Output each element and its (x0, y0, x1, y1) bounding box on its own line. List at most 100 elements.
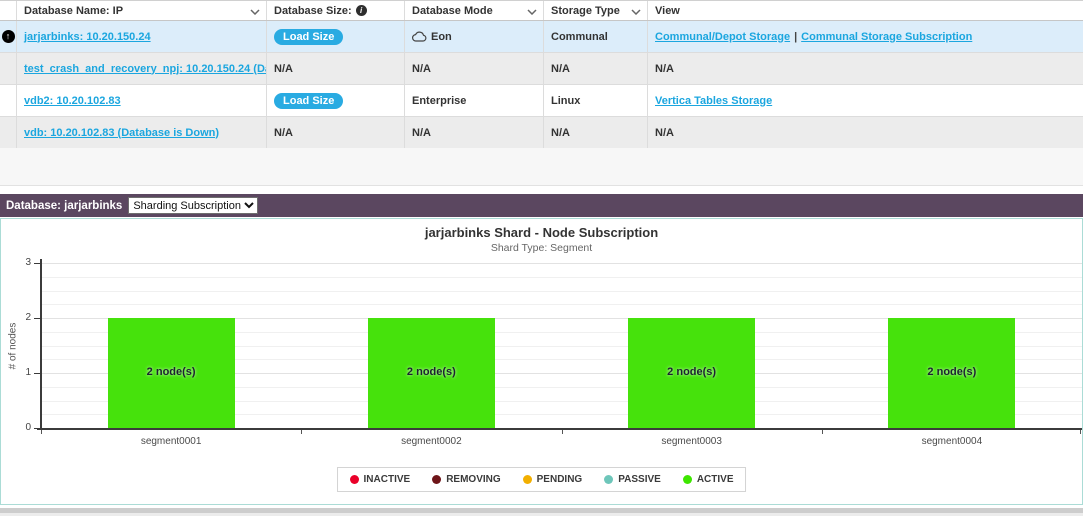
database-link[interactable]: jarjarbinks: 10.20.150.24 (24, 31, 151, 43)
table-row[interactable]: ↑ jarjarbinks: 10.20.150.24 Load Size Eon Co… (0, 21, 1083, 53)
view-cell: Communal/Depot Storage | Communal Storage … (648, 21, 1083, 52)
y-tick-label: 2 (1, 312, 31, 323)
view-value: N/A (655, 63, 674, 75)
legend-item-active[interactable]: ACTIVE (683, 474, 734, 485)
database-mode-cell: Enterprise (405, 85, 544, 116)
row-toggle-icon[interactable]: ↑ (2, 30, 15, 43)
table-row[interactable]: test_crash_and_recovery_npj: 10.20.150.2… (0, 53, 1083, 85)
view-type-select[interactable]: Sharding Subscription (128, 197, 258, 214)
storage-type-value: Communal (551, 31, 608, 43)
database-mode-value: N/A (412, 127, 431, 139)
info-icon[interactable]: i (356, 5, 367, 16)
column-header-label: Database Mode (412, 5, 493, 17)
legend-marker-icon (683, 475, 692, 484)
sort-chevron-icon[interactable] (527, 2, 537, 20)
column-header-label: Database Name: IP (24, 5, 123, 17)
view-link[interactable]: Communal/Depot Storage (655, 31, 790, 43)
legend-item-inactive[interactable]: INACTIVE (350, 474, 411, 485)
table-body: ↑ jarjarbinks: 10.20.150.24 Load Size Eon Co… (0, 21, 1083, 149)
database-size-value: N/A (274, 127, 293, 139)
database-mode-value: Eon (431, 31, 452, 43)
minor-gridline (41, 304, 1082, 305)
legend-marker-icon (350, 475, 359, 484)
storage-type-cell: Linux (544, 85, 648, 116)
legend-item-pending[interactable]: PENDING (523, 474, 583, 485)
database-mode-cell: Eon (405, 21, 544, 52)
legend-marker-icon (432, 475, 441, 484)
database-link[interactable]: test_crash_and_recovery_npj: 10.20.150.2… (24, 63, 267, 75)
row-icon-cell (0, 85, 17, 116)
x-axis-line (37, 428, 1082, 430)
bar-value-label: 2 node(s) (368, 366, 495, 378)
row-icon-cell (0, 117, 17, 148)
legend-item-passive[interactable]: PASSIVE (604, 474, 661, 485)
eon-mode-icon (412, 31, 427, 43)
y-axis-title: # of nodes (8, 322, 19, 369)
table-row[interactable]: vdb: 10.20.102.83 (Database is Down) N/A N… (0, 117, 1083, 149)
legend-item-label: PENDING (537, 474, 583, 485)
view-cell: N/A (648, 53, 1083, 84)
legend-marker-icon (523, 475, 532, 484)
y-axis-tick (34, 263, 40, 264)
database-link[interactable]: vdb: 10.20.102.83 (Database is Down) (24, 127, 219, 139)
storage-type-value: N/A (551, 63, 570, 75)
table-row[interactable]: vdb2: 10.20.102.83 Load Size Enterprise Lin… (0, 85, 1083, 117)
y-axis-tick (34, 318, 40, 319)
chart-subtitle: Shard Type: Segment (1, 242, 1082, 254)
column-header-storage-type[interactable]: Storage Type (544, 1, 648, 20)
row-icon-cell (0, 53, 17, 84)
chart-title: jarjarbinks Shard - Node Subscription (1, 225, 1082, 240)
database-size-value: N/A (274, 63, 293, 75)
storage-type-cell: N/A (544, 117, 648, 148)
database-name-cell: test_crash_and_recovery_npj: 10.20.150.2… (17, 53, 267, 84)
sort-chevron-icon[interactable] (631, 2, 641, 20)
minor-gridline (41, 277, 1082, 278)
column-header-label: View (655, 5, 680, 17)
column-header-icon (0, 1, 17, 20)
legend-item-label: INACTIVE (364, 474, 411, 485)
legend-item-label: ACTIVE (697, 474, 734, 485)
bar-value-label: 2 node(s) (108, 366, 235, 378)
y-axis-tick (34, 373, 40, 374)
view-cell: N/A (648, 117, 1083, 148)
view-cell: Vertica Tables Storage (648, 85, 1083, 116)
database-mode-value: Enterprise (412, 95, 466, 107)
legend-item-label: REMOVING (446, 474, 500, 485)
x-tick-label: segment0002 (301, 436, 561, 447)
database-size-cell: N/A (267, 117, 405, 148)
column-header-label: Database Size: (274, 5, 352, 17)
database-subheader-label: Database: jarjarbinks (6, 200, 122, 212)
sort-chevron-icon[interactable] (250, 2, 260, 20)
databases-table: Database Name: IPDatabase Size:iDatabase… (0, 0, 1083, 149)
load-size-button[interactable]: Load Size (274, 29, 343, 45)
database-mode-cell: N/A (405, 117, 544, 148)
view-value: N/A (655, 127, 674, 139)
chart-legend: INACTIVE REMOVING PENDING PASSIVE ACTIVE (337, 467, 747, 492)
view-link-separator: | (794, 31, 797, 43)
x-tick-label: segment0004 (822, 436, 1082, 447)
view-link[interactable]: Communal Storage Subscription (801, 31, 972, 43)
storage-type-cell: Communal (544, 21, 648, 52)
y-tick-label: 3 (1, 257, 31, 268)
column-header-database-name-ip[interactable]: Database Name: IP (17, 1, 267, 20)
database-subheader-bar: Database: jarjarbinks Sharding Subscript… (0, 194, 1083, 217)
view-link[interactable]: Vertica Tables Storage (655, 95, 772, 107)
column-header-database-size: Database Size: i (267, 1, 405, 20)
database-mode-cell: N/A (405, 53, 544, 84)
legend-marker-icon (604, 475, 613, 484)
database-link[interactable]: vdb2: 10.20.102.83 (24, 95, 121, 107)
bar-value-label: 2 node(s) (888, 366, 1015, 378)
load-size-button[interactable]: Load Size (274, 93, 343, 109)
storage-type-value: N/A (551, 127, 570, 139)
major-gridline (41, 263, 1082, 264)
shard-subscription-chart: jarjarbinks Shard - Node Subscription Sh… (0, 218, 1083, 505)
minor-gridline (41, 291, 1082, 292)
column-header-label: Storage Type (551, 5, 620, 17)
column-header-view: View (648, 1, 1083, 20)
column-header-database-mode[interactable]: Database Mode (405, 1, 544, 20)
x-tick-label: segment0001 (41, 436, 301, 447)
database-size-cell: Load Size (267, 85, 405, 116)
database-name-cell: vdb2: 10.20.102.83 (17, 85, 267, 116)
legend-item-removing[interactable]: REMOVING (432, 474, 500, 485)
row-icon-cell: ↑ (0, 21, 17, 52)
